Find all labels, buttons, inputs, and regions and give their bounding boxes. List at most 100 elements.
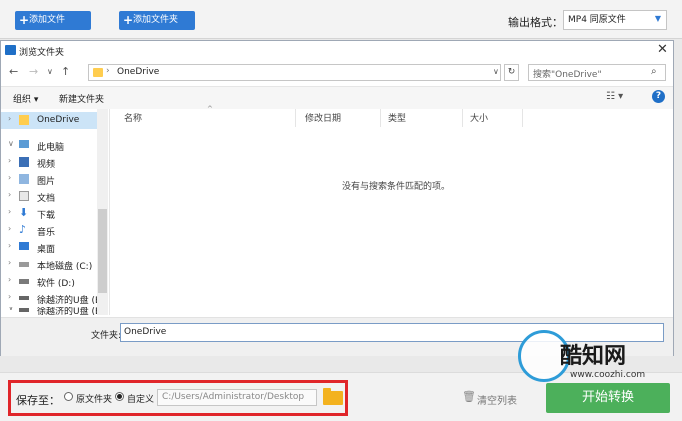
column-header-name[interactable]: 名称 [124, 111, 142, 124]
output-format-label: 输出格式： [508, 16, 563, 29]
address-bar[interactable]: › OneDrive ∨ [88, 64, 501, 81]
column-divider [380, 109, 381, 127]
save-path-input[interactable]: C:/Users/Administrator/Desktop [157, 389, 317, 406]
start-convert-label: 开始转换 [581, 390, 634, 405]
tree-item-label: 本地磁盘 (C:) [37, 262, 93, 272]
refresh-button[interactable]: ↻ [504, 64, 519, 81]
folder-icon [19, 115, 29, 125]
picture-icon [19, 174, 29, 184]
tree-item-label: 视频 [37, 160, 56, 170]
app-toolbar: + 添加文件 + 添加文件夹 输出格式： MP4 同原文件 ▼ [0, 0, 682, 39]
tree-item-documents[interactable]: › 文档 [1, 188, 97, 205]
help-icon[interactable]: ? [652, 90, 665, 103]
navigation-pane: › OneDrive ∨ 此电脑 › 视频 › 图片 › 文档 › ⬇ 下载 ›… [1, 109, 110, 315]
usb-icon [19, 308, 29, 312]
tree-item-label: 此电脑 [37, 143, 65, 153]
search-input[interactable]: 搜索"OneDrive" ⌕ [528, 64, 666, 81]
back-arrow-icon[interactable]: ← [9, 65, 18, 78]
radio-selected-dot [117, 394, 122, 399]
dialog-titlebar: 浏览文件夹 ✕ [1, 41, 673, 60]
chevron-right-icon[interactable]: › [8, 292, 11, 301]
close-icon[interactable]: ✕ [657, 42, 668, 57]
organize-button[interactable]: 组织 ▾ [13, 92, 38, 105]
radio-custom[interactable] [115, 392, 124, 401]
tree-item-label: 桌面 [37, 245, 56, 255]
tree-item-label: 下载 [37, 211, 56, 221]
tree-item-label: 徐越济的U盘 (E: [37, 296, 104, 306]
chevron-right-icon[interactable]: › [8, 173, 11, 182]
dialog-title: 浏览文件夹 [19, 48, 65, 58]
plus-icon: + [19, 13, 30, 27]
tree-item-usb-e[interactable]: › 徐越济的U盘 (E: [1, 290, 104, 307]
tree-item-usb-e-2[interactable]: ∨ 徐越济的U盘 (E: [1, 307, 97, 315]
drive-icon [19, 279, 29, 284]
tree-item-downloads[interactable]: › ⬇ 下载 [1, 205, 97, 222]
radio-custom-label: 自定义 [127, 395, 155, 405]
add-folder-button[interactable]: + 添加文件夹 [119, 11, 195, 30]
chevron-right-icon[interactable]: › [8, 207, 11, 216]
watermark-title: 酷知网 [560, 344, 627, 369]
watermark-url: www.coozhi.com [570, 370, 646, 380]
breadcrumb-chevron-icon: › [106, 66, 110, 76]
tree-item-videos[interactable]: › 视频 [1, 154, 97, 171]
search-icon: ⌕ [651, 66, 657, 77]
tree-item-label: 音乐 [37, 228, 56, 238]
add-file-label: 添加文件 [29, 15, 66, 25]
chevron-down-icon[interactable]: ∨ [8, 139, 14, 148]
tree-item-desktop[interactable]: › 桌面 [1, 239, 97, 256]
column-header-size[interactable]: 大小 [470, 111, 488, 124]
tree-item-drive-c[interactable]: › 本地磁盘 (C:) [1, 256, 97, 273]
clear-list-button[interactable]: 清空列表 [477, 392, 517, 407]
chevron-right-icon[interactable]: › [8, 224, 11, 233]
format-select[interactable]: MP4 同原文件 ▼ [563, 10, 667, 30]
tree-item-label: 图片 [37, 177, 56, 187]
column-divider [295, 109, 296, 127]
tree-item-music[interactable]: › ♪ 音乐 [1, 222, 97, 239]
chevron-right-icon[interactable]: › [8, 156, 11, 165]
chevron-right-icon[interactable]: › [8, 241, 11, 250]
add-folder-label: 添加文件夹 [133, 15, 179, 25]
forward-arrow-icon[interactable]: → [29, 65, 38, 78]
tree-item-this-pc[interactable]: ∨ 此电脑 [1, 137, 97, 154]
chevron-right-icon[interactable]: › [8, 190, 11, 199]
dropdown-arrow-icon: ▼ [654, 14, 661, 23]
refresh-icon: ↻ [507, 67, 516, 77]
trash-icon[interactable]: 🗑 [462, 390, 476, 403]
browse-folder-button[interactable] [323, 391, 343, 405]
chevron-down-icon[interactable]: ∨ [493, 67, 499, 76]
column-header-type[interactable]: 类型 [388, 111, 406, 124]
tree-item-label: OneDrive [37, 115, 80, 125]
search-placeholder: 搜索"OneDrive" [533, 70, 602, 80]
column-divider [522, 109, 523, 127]
folder-icon [93, 68, 103, 77]
document-icon [19, 191, 29, 201]
chevron-right-icon[interactable]: › [8, 114, 11, 123]
up-arrow-icon[interactable]: ↑ [61, 65, 70, 78]
empty-message: 没有与搜索条件匹配的项。 [342, 182, 451, 192]
navigation-bar: ← → ∨ ↑ › OneDrive ∨ ↻ 搜索"OneDrive" ⌕ [1, 62, 673, 84]
format-value: MP4 同原文件 [568, 15, 626, 25]
drive-icon [19, 262, 29, 267]
command-bar: 组织 ▾ 新建文件夹 ☷ ▾ ? [1, 86, 673, 110]
chevron-down-icon[interactable]: ∨ [47, 67, 53, 76]
radio-original-label: 原文件夹 [76, 395, 113, 405]
chevron-right-icon[interactable]: › [8, 275, 11, 284]
tree-item-drive-d[interactable]: › 软件 (D:) [1, 273, 97, 290]
column-header-date[interactable]: 修改日期 [305, 111, 341, 124]
folder-label: 文件夹: [91, 331, 122, 341]
tree-item-onedrive[interactable]: › OneDrive [1, 112, 97, 129]
usb-icon [19, 296, 29, 300]
radio-original-folder[interactable] [64, 392, 73, 401]
chevron-right-icon[interactable]: › [8, 258, 11, 267]
new-folder-button[interactable]: 新建文件夹 [59, 92, 104, 105]
address-text: OneDrive [117, 67, 160, 77]
view-options-icon[interactable]: ☷ ▾ [606, 91, 623, 102]
chevron-down-icon[interactable]: ∨ [8, 307, 14, 312]
tree-scrollbar-thumb[interactable] [98, 209, 107, 293]
plus-icon: + [123, 13, 134, 27]
save-to-label: 保存至： [16, 394, 60, 407]
tree-item-label: 软件 (D:) [37, 279, 75, 289]
music-icon: ♪ [19, 223, 27, 236]
tree-item-pictures[interactable]: › 图片 [1, 171, 97, 188]
add-file-button[interactable]: + 添加文件 [15, 11, 91, 30]
